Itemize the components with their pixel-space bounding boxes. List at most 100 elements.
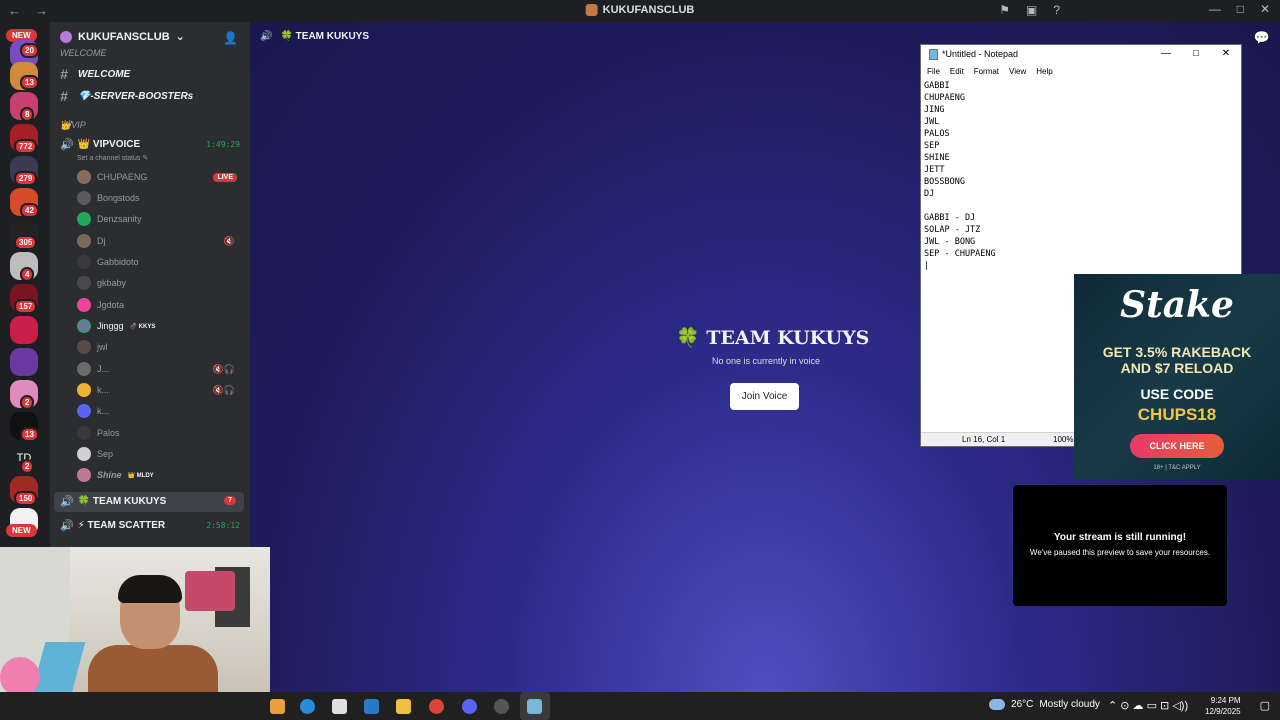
menu-view[interactable]: View xyxy=(1009,67,1026,76)
server-badge: 13 xyxy=(20,75,39,90)
discord-icon[interactable] xyxy=(462,699,477,714)
menu-help[interactable]: Help xyxy=(1036,67,1052,76)
voice-user[interactable]: Bongstods xyxy=(77,189,237,207)
voice-user[interactable]: Jgdota xyxy=(77,296,237,314)
system-tray[interactable]: ⌃ ⊙ ☁ ▭ ⊡ ◁)) xyxy=(1108,699,1188,712)
user-name: CHUPAENG xyxy=(97,172,148,182)
store-icon[interactable] xyxy=(332,699,347,714)
maximize-button[interactable]: □ xyxy=(1237,2,1244,16)
category-vip[interactable]: 👑VIP xyxy=(60,120,86,131)
menu-format[interactable]: Format xyxy=(974,67,999,76)
user-name: k... xyxy=(97,406,110,416)
channel-sidebar: KUKUFANSCLUB ⌄ 👤 WELCOME # WELCOME # 💎-S… xyxy=(50,22,250,547)
app-icon[interactable] xyxy=(270,699,285,714)
zoom-level: 100% xyxy=(1053,435,1074,444)
notepad-minimize-button[interactable]: — xyxy=(1151,45,1181,63)
ad-click-button[interactable]: CLICK HERE xyxy=(1130,434,1224,458)
server-list: NEW 20 13 8 772 279 42 305 4 157 2 13 TD… xyxy=(0,22,48,542)
chrome-icon[interactable] xyxy=(429,699,444,714)
nav-buttons: ← → xyxy=(8,3,48,18)
screen-icon[interactable]: ▣ xyxy=(1026,3,1037,17)
server-icon[interactable] xyxy=(10,316,38,344)
help-icon[interactable]: ? xyxy=(1053,3,1060,17)
menu-edit[interactable]: Edit xyxy=(950,67,964,76)
app-logo-icon xyxy=(585,4,598,16)
voice-channel-vipvoice[interactable]: 🔊 👑 VIPVOICE 1:49:29 xyxy=(60,138,240,151)
channel-welcome[interactable]: # WELCOME xyxy=(60,66,130,82)
edge-icon[interactable] xyxy=(300,699,315,714)
menu-file[interactable]: File xyxy=(927,67,940,76)
channel-status[interactable]: Set a channel status ✎ xyxy=(77,154,148,162)
weather-widget[interactable]: 26°C Mostly cloudy xyxy=(989,699,1100,710)
stake-ad[interactable]: Stake GET 3.5% RAKEBACK AND $7 RELOAD US… xyxy=(1074,274,1280,480)
user-tag: 💣 KKYS xyxy=(129,323,156,330)
server-badge: 2 xyxy=(20,459,35,474)
voice-user[interactable]: k... 🔇🎧 xyxy=(77,381,237,399)
muted-deafened-icon: 🔇🎧 xyxy=(212,384,235,395)
stream-paused-overlay: Your stream is still running! We've paus… xyxy=(1013,485,1227,606)
ad-fine-print: 18+ | T&C APPLY xyxy=(1153,465,1201,471)
user-count-badge: 7 xyxy=(224,496,236,505)
weather-temp: 26°C xyxy=(1011,699,1034,710)
voice-user[interactable]: Gabbidoto xyxy=(77,253,237,271)
server-badge: 305 xyxy=(14,235,38,250)
window-controls: — □ ✕ xyxy=(1209,2,1270,16)
category-welcome[interactable]: WELCOME xyxy=(60,48,107,58)
new-badge-bottom[interactable]: NEW xyxy=(6,524,37,537)
clock[interactable]: 9:24 PM 12/9/2025 xyxy=(1205,695,1241,717)
minimize-button[interactable]: — xyxy=(1209,2,1221,16)
window-titlebar: ← → KUKUFANSCLUB ⚑ ▣ ? — □ ✕ xyxy=(0,0,1280,22)
webcam-person xyxy=(88,575,218,695)
server-badge: 42 xyxy=(20,203,39,218)
user-name: J... xyxy=(97,364,110,374)
channel-boosters[interactable]: # 💎-SERVER-BOOSTERs xyxy=(60,88,193,104)
voice-user[interactable]: gkbaby xyxy=(77,274,237,292)
notepad-taskbar-icon[interactable] xyxy=(527,699,542,714)
avatar xyxy=(77,383,91,397)
channel-label: WELCOME xyxy=(78,68,131,80)
notepad-maximize-button[interactable]: □ xyxy=(1181,45,1211,63)
back-arrow-icon[interactable]: ← xyxy=(8,3,21,18)
obs-icon[interactable] xyxy=(494,699,509,714)
forward-arrow-icon[interactable]: → xyxy=(35,3,48,18)
avatar xyxy=(77,468,91,482)
voice-channel-team-scatter[interactable]: 🔊 ⚡ TEAM SCATTER 2:58:12 xyxy=(60,519,240,532)
voice-user[interactable]: Denzsanity xyxy=(77,210,237,228)
add-member-icon[interactable]: 👤 xyxy=(223,31,238,45)
voice-user[interactable]: Dj 🔇 xyxy=(77,232,237,250)
server-header[interactable]: KUKUFANSCLUB ⌄ xyxy=(60,30,185,43)
user-name: Palos xyxy=(97,428,120,438)
voice-user[interactable]: Palos xyxy=(77,424,237,442)
user-name: Sep xyxy=(97,449,114,459)
avatar xyxy=(77,170,91,184)
muted-icon: 🔇 xyxy=(223,235,235,246)
join-voice-button[interactable]: Join Voice xyxy=(730,383,799,410)
voice-user[interactable]: J... 🔇🎧 xyxy=(77,360,237,378)
notepad-title: *Untitled - Notepad xyxy=(942,49,1019,59)
outlook-icon[interactable] xyxy=(364,699,379,714)
folder-icon[interactable] xyxy=(396,699,411,714)
voice-channel-team-kukuys[interactable]: 🔊 🍀 TEAM KUKUYS 7 xyxy=(54,492,244,512)
inbox-flag-icon[interactable]: ⚑ xyxy=(999,3,1010,17)
voice-user[interactable]: Sep xyxy=(77,445,237,463)
notepad-text-area[interactable]: GABBI CHUPAENG JING JWL PALOS SEP SHINE … xyxy=(924,80,1236,272)
voice-channel-row: 🔊 🍀 TEAM KUKUYS xyxy=(60,495,240,508)
voice-user[interactable]: CHUPAENG LIVE xyxy=(77,168,237,186)
voice-user[interactable]: Shine 👑 MLDY xyxy=(77,466,237,484)
notification-icon[interactable]: ▢ xyxy=(1260,699,1270,712)
server-icon[interactable] xyxy=(10,348,38,376)
notepad-menu: File Edit Format View Help xyxy=(921,63,1241,79)
window-title-text: KUKUFANSCLUB xyxy=(602,4,695,16)
voice-user[interactable]: jwl xyxy=(77,338,237,356)
ad-code-label: USE CODE xyxy=(1140,386,1214,402)
stage-title: 🍀 TEAM KUKUYS xyxy=(676,327,870,349)
voice-user[interactable]: Jinggg 💣 KKYS xyxy=(77,317,237,335)
user-name: k... xyxy=(97,385,110,395)
chat-bubble-icon[interactable]: 💬 xyxy=(1254,30,1270,46)
muted-deafened-icon: 🔇🎧 xyxy=(212,363,235,374)
notepad-close-button[interactable]: ✕ xyxy=(1211,45,1241,63)
voice-user[interactable]: k... xyxy=(77,402,237,420)
avatar xyxy=(77,426,91,440)
stage-header: 🔊 🍀 TEAM KUKUYS xyxy=(260,31,369,42)
close-button[interactable]: ✕ xyxy=(1260,2,1270,16)
